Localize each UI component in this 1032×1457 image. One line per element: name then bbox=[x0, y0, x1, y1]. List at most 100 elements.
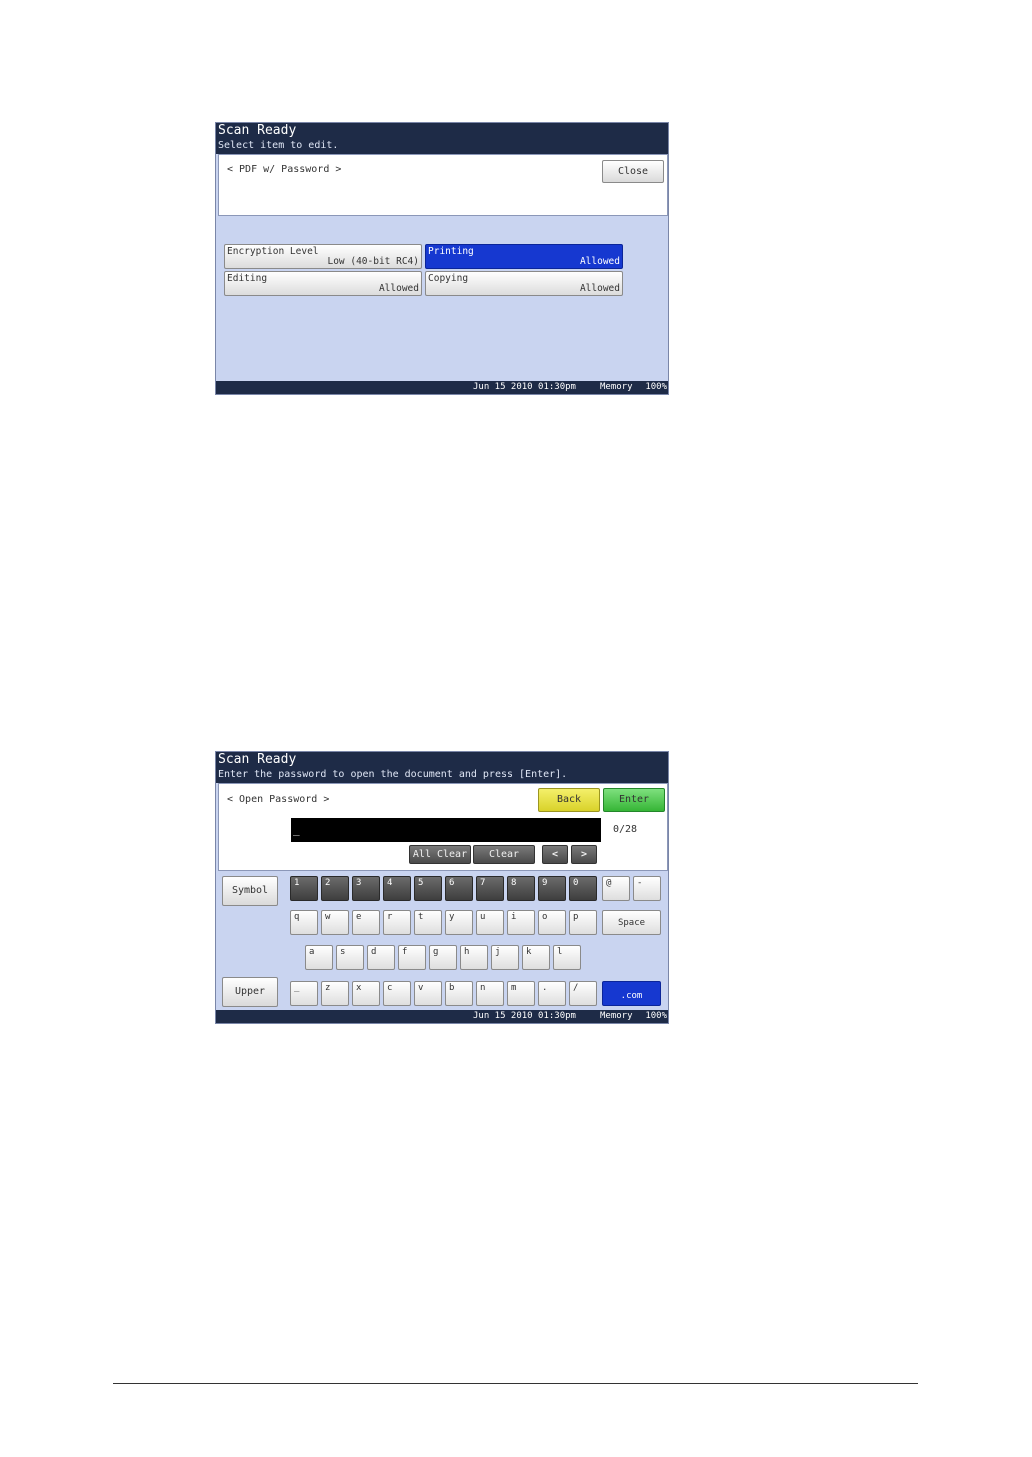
keyboard: 1 2 3 4 5 6 7 8 9 0 @ - q w e r t y u i … bbox=[284, 872, 668, 1010]
key-5[interactable]: 5 bbox=[414, 876, 442, 901]
key-label: o bbox=[542, 912, 548, 922]
key-label: v bbox=[418, 983, 424, 993]
breadcrumb: < PDF w/ Password > bbox=[227, 164, 342, 175]
dotcom-key[interactable]: .com bbox=[602, 981, 661, 1006]
key-label: @ bbox=[606, 878, 612, 888]
chevron-right-icon: > bbox=[580, 849, 588, 860]
header-panel: < PDF w/ Password > Close bbox=[218, 154, 668, 216]
key-f[interactable]: f bbox=[398, 945, 426, 970]
key-2[interactable]: 2 bbox=[321, 876, 349, 901]
symbol-button[interactable]: Symbol bbox=[222, 876, 278, 906]
key-k[interactable]: k bbox=[522, 945, 550, 970]
key-label: 1 bbox=[294, 878, 300, 888]
key-v[interactable]: v bbox=[414, 981, 442, 1006]
key-label: r bbox=[387, 912, 393, 922]
key-n[interactable]: n bbox=[476, 981, 504, 1006]
key-label: x bbox=[356, 983, 362, 993]
key-e[interactable]: e bbox=[352, 910, 380, 935]
key-h[interactable]: h bbox=[460, 945, 488, 970]
key-w[interactable]: w bbox=[321, 910, 349, 935]
key-label: e bbox=[356, 912, 362, 922]
key-r[interactable]: r bbox=[383, 910, 411, 935]
setting-value: Allowed bbox=[378, 283, 419, 294]
setting-editing[interactable]: Editing Allowed bbox=[224, 271, 422, 296]
clear-button[interactable]: Clear bbox=[473, 845, 535, 864]
key-8[interactable]: 8 bbox=[507, 876, 535, 901]
key-l[interactable]: l bbox=[553, 945, 581, 970]
key-m[interactable]: m bbox=[507, 981, 535, 1006]
title-bar: Scan Ready Select item to edit. bbox=[216, 123, 668, 154]
screen-title: Scan Ready bbox=[218, 752, 297, 767]
key-label: j bbox=[495, 947, 501, 957]
key-label: f bbox=[402, 947, 408, 957]
key-at[interactable]: @ bbox=[602, 876, 630, 901]
key-label: z bbox=[325, 983, 331, 993]
close-button[interactable]: Close bbox=[602, 160, 664, 183]
cursor-left-button[interactable]: < bbox=[542, 845, 568, 864]
all-clear-button[interactable]: All Clear bbox=[409, 845, 471, 864]
screen-subtitle: Enter the password to open the document … bbox=[218, 769, 568, 780]
password-input[interactable]: _ bbox=[291, 818, 601, 842]
key-0[interactable]: 0 bbox=[569, 876, 597, 901]
key-label: 5 bbox=[418, 878, 424, 888]
key-t[interactable]: t bbox=[414, 910, 442, 935]
key-label: q bbox=[294, 912, 300, 922]
key-q[interactable]: q bbox=[290, 910, 318, 935]
key-u[interactable]: u bbox=[476, 910, 504, 935]
key-label: - bbox=[637, 878, 643, 888]
key-z[interactable]: z bbox=[321, 981, 349, 1006]
key-label: u bbox=[480, 912, 486, 922]
chevron-left-icon: < bbox=[551, 849, 559, 860]
key-c[interactable]: c bbox=[383, 981, 411, 1006]
key-1[interactable]: 1 bbox=[290, 876, 318, 901]
key-label: s bbox=[340, 947, 346, 957]
key-label: p bbox=[573, 912, 579, 922]
key-label: a bbox=[309, 947, 315, 957]
setting-label: Printing bbox=[428, 246, 474, 257]
key-label: 8 bbox=[511, 878, 517, 888]
key-label: 0 bbox=[573, 878, 579, 888]
upper-button[interactable]: Upper bbox=[222, 977, 278, 1007]
space-key[interactable]: Space bbox=[602, 910, 661, 935]
setting-printing[interactable]: Printing Allowed bbox=[425, 244, 623, 269]
key-x[interactable]: x bbox=[352, 981, 380, 1006]
key-underscore[interactable]: _ bbox=[290, 981, 318, 1006]
key-label: _ bbox=[294, 983, 300, 993]
key-o[interactable]: o bbox=[538, 910, 566, 935]
setting-copying[interactable]: Copying Allowed bbox=[425, 271, 623, 296]
screen-title: Scan Ready bbox=[218, 123, 297, 138]
key-period[interactable]: . bbox=[538, 981, 566, 1006]
key-b[interactable]: b bbox=[445, 981, 473, 1006]
key-label: g bbox=[433, 947, 439, 957]
key-j[interactable]: j bbox=[491, 945, 519, 970]
status-memory-value: 100% bbox=[645, 1011, 667, 1021]
key-g[interactable]: g bbox=[429, 945, 457, 970]
key-label: .com bbox=[620, 991, 643, 1001]
key-p[interactable]: p bbox=[569, 910, 597, 935]
key-i[interactable]: i bbox=[507, 910, 535, 935]
key-hyphen[interactable]: - bbox=[633, 876, 661, 901]
key-3[interactable]: 3 bbox=[352, 876, 380, 901]
screen-subtitle: Select item to edit. bbox=[218, 140, 339, 151]
key-s[interactable]: s bbox=[336, 945, 364, 970]
key-slash[interactable]: / bbox=[569, 981, 597, 1006]
key-d[interactable]: d bbox=[367, 945, 395, 970]
key-4[interactable]: 4 bbox=[383, 876, 411, 901]
key-label: 4 bbox=[387, 878, 393, 888]
cursor-right-button[interactable]: > bbox=[571, 845, 597, 864]
key-6[interactable]: 6 bbox=[445, 876, 473, 901]
status-datetime: Jun 15 2010 01:30pm bbox=[473, 382, 576, 392]
back-button[interactable]: Back bbox=[538, 788, 600, 812]
key-label: w bbox=[325, 912, 331, 922]
key-label: m bbox=[511, 983, 517, 993]
footer-divider bbox=[113, 1383, 918, 1384]
status-memory-value: 100% bbox=[645, 382, 667, 392]
enter-button[interactable]: Enter bbox=[603, 788, 665, 812]
key-y[interactable]: y bbox=[445, 910, 473, 935]
title-bar: Scan Ready Enter the password to open th… bbox=[216, 752, 668, 783]
setting-encryption-level[interactable]: Encryption Level Low (40-bit RC4) bbox=[224, 244, 422, 269]
key-9[interactable]: 9 bbox=[538, 876, 566, 901]
key-7[interactable]: 7 bbox=[476, 876, 504, 901]
key-a[interactable]: a bbox=[305, 945, 333, 970]
key-label: h bbox=[464, 947, 470, 957]
